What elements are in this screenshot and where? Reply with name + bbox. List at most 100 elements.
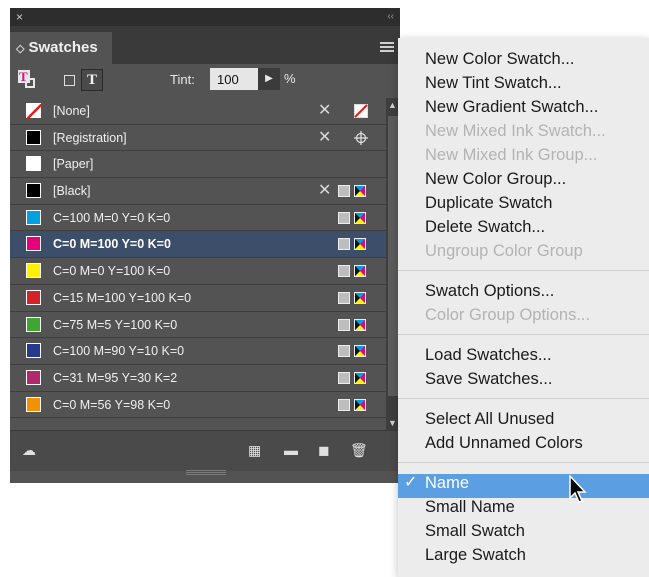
swatch-name: C=15 M=100 Y=100 K=0 xyxy=(53,290,192,305)
menu-item: New Mixed Ink Group... xyxy=(425,146,598,164)
tint-slider-arrow-icon[interactable]: ▶ xyxy=(258,68,280,90)
panel-resize-grip[interactable] xyxy=(186,470,226,476)
tab-row: ◇ Swatches xyxy=(10,26,400,64)
process-color-icon xyxy=(338,318,350,331)
new-color-group-icon[interactable]: ▬ xyxy=(284,441,298,459)
cloud-library-icon[interactable]: ☁ xyxy=(22,441,36,459)
swatch-row[interactable]: C=0 M=100 Y=0 K=0 xyxy=(10,231,386,259)
menu-separator xyxy=(398,398,649,399)
tab-swatches[interactable]: ◇ Swatches xyxy=(10,32,112,64)
menu-item[interactable]: Load Swatches... xyxy=(425,344,552,366)
swatch-row[interactable]: C=15 M=100 Y=100 K=0 xyxy=(10,285,386,312)
swatch-color-chip xyxy=(26,129,41,145)
menu-item[interactable]: New Tint Swatch... xyxy=(425,72,562,94)
menu-item[interactable]: Large Swatch xyxy=(425,544,526,566)
swatch-row[interactable]: [Black] ✕ xyxy=(10,178,386,205)
menu-item[interactable]: Select All Unused xyxy=(425,408,554,430)
menu-item[interactable]: New Gradient Swatch... xyxy=(425,96,598,118)
scroll-thumb[interactable] xyxy=(388,116,398,396)
process-color-icon xyxy=(338,398,350,411)
swatch-row[interactable]: C=31 M=95 Y=30 K=2 xyxy=(10,365,386,392)
panel-title-bar[interactable]: × ‹‹ xyxy=(10,8,400,26)
swatch-name: [Registration] xyxy=(53,130,127,145)
menu-item[interactable]: New Color Group... xyxy=(425,168,566,190)
delete-swatch-icon[interactable]: 🗑 xyxy=(350,441,368,459)
none-color-icon xyxy=(354,104,368,118)
swatch-row[interactable]: C=100 M=90 Y=10 K=0 xyxy=(10,338,386,365)
swatch-name: C=100 M=0 Y=0 K=0 xyxy=(53,210,171,225)
swatch-name: C=75 M=5 Y=100 K=0 xyxy=(53,317,178,332)
cmyk-mode-icon xyxy=(354,371,366,384)
swatch-row[interactable]: C=75 M=5 Y=100 K=0 xyxy=(10,312,386,339)
swatch-color-chip xyxy=(26,103,42,119)
menu-item: New Mixed Ink Swatch... xyxy=(425,122,606,140)
swatch-toolbar: T T Tint: ▶ % xyxy=(10,64,400,98)
cmyk-mode-icon xyxy=(354,211,366,224)
process-color-icon xyxy=(338,211,350,224)
swatch-name: C=100 M=90 Y=10 K=0 xyxy=(53,344,185,359)
show-swatch-kinds-icon[interactable]: ▦ xyxy=(248,441,261,459)
menu-item[interactable]: Small Name xyxy=(425,496,515,518)
text-format-button[interactable]: T xyxy=(81,69,103,91)
swatch-color-chip xyxy=(26,209,41,225)
process-color-icon xyxy=(338,345,350,358)
swatch-name: [None] xyxy=(53,104,90,118)
swatch-color-chip xyxy=(26,343,41,359)
menu-separator xyxy=(398,270,649,271)
container-format-icon[interactable] xyxy=(64,75,75,86)
close-icon[interactable]: × xyxy=(16,9,23,25)
mouse-pointer-icon xyxy=(569,475,587,503)
process-color-icon xyxy=(338,238,350,251)
panel-menu-button[interactable] xyxy=(380,42,394,52)
swatch-row[interactable]: [None] ✕ xyxy=(10,98,386,125)
fill-stroke-icon[interactable]: T xyxy=(18,69,36,88)
menu-item[interactable]: Duplicate Swatch xyxy=(425,192,552,214)
swatch-row[interactable]: C=0 M=0 Y=100 K=0 xyxy=(10,258,386,285)
swatch-name: C=0 M=100 Y=0 K=0 xyxy=(53,237,171,252)
cmyk-mode-icon xyxy=(354,291,366,304)
menu-item[interactable]: New Color Swatch... xyxy=(425,48,574,70)
tint-percent-label: % xyxy=(284,71,296,86)
tab-swatches-label: Swatches xyxy=(28,39,98,56)
swatch-color-chip xyxy=(26,236,41,252)
swatch-list: [None] ✕ [Registration] ✕ [Paper] [Black] ✕ C=1… xyxy=(10,98,386,419)
swatch-name: [Paper] xyxy=(53,157,94,172)
menu-item: Ungroup Color Group xyxy=(425,242,583,260)
new-swatch-icon[interactable]: ◼ xyxy=(318,441,330,459)
panel-bottom-bar: ☁ ▦ ▬ ◼ 🗑 xyxy=(10,430,400,471)
cmyk-mode-icon xyxy=(354,185,366,198)
scroll-down-icon[interactable]: ▼ xyxy=(388,418,397,428)
not-editable-icon: ✕ xyxy=(318,182,332,200)
cmyk-mode-icon xyxy=(354,318,366,331)
swatch-color-chip xyxy=(26,396,41,412)
swatch-color-chip xyxy=(26,289,41,305)
not-editable-icon: ✕ xyxy=(318,102,332,119)
process-color-icon xyxy=(338,371,350,384)
swatch-name: C=0 M=56 Y=98 K=0 xyxy=(53,397,171,412)
swatch-name: C=31 M=95 Y=30 K=2 xyxy=(53,370,178,385)
checkmark-icon: ✓ xyxy=(404,474,418,491)
swatch-color-chip xyxy=(26,183,41,199)
menu-item[interactable]: Name xyxy=(425,472,469,494)
swatch-name: C=0 M=0 Y=100 K=0 xyxy=(53,264,171,279)
tint-input[interactable] xyxy=(210,68,258,90)
process-color-icon xyxy=(338,265,350,278)
swatch-row[interactable]: [Registration] ✕ xyxy=(10,125,386,152)
scroll-up-icon[interactable]: ▲ xyxy=(388,100,397,110)
process-color-icon xyxy=(338,185,350,198)
menu-item[interactable]: Delete Swatch... xyxy=(425,216,545,238)
menu-item[interactable]: Small Swatch xyxy=(425,520,525,542)
menu-item[interactable]: Swatch Options... xyxy=(425,280,554,302)
menu-item[interactable]: Save Swatches... xyxy=(425,368,552,390)
swatches-panel: × ‹‹ ◇Swatches T T Tint: ▶ % [None]✕[Reg… xyxy=(10,8,400,483)
panel-flyout-menu: New Color Swatch... New Tint Swatch... New… xyxy=(398,38,649,577)
swatch-name: [Black] xyxy=(53,184,91,199)
collapse-icon[interactable]: ‹‹ xyxy=(387,9,394,25)
swatch-color-chip xyxy=(26,316,41,332)
swatch-row[interactable]: C=100 M=0 Y=0 K=0 xyxy=(10,205,386,232)
swatch-row[interactable]: [Paper] xyxy=(10,151,386,179)
not-editable-icon: ✕ xyxy=(318,128,332,146)
swatch-color-chip xyxy=(26,369,41,385)
swatch-row[interactable]: C=0 M=56 Y=98 K=0 xyxy=(10,392,386,419)
menu-item[interactable]: Add Unnamed Colors xyxy=(425,432,583,454)
